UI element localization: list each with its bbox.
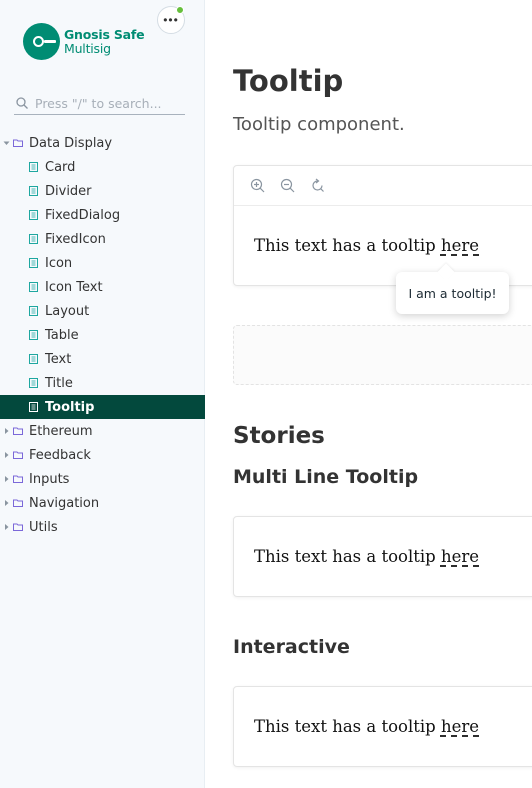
sidebar-item-label: FixedDialog xyxy=(45,207,121,223)
reset-zoom-icon[interactable] xyxy=(310,178,325,193)
folder-icon xyxy=(13,427,23,435)
sidebar-item-layout[interactable]: Layout xyxy=(0,299,205,323)
chevron-right-icon xyxy=(5,524,9,530)
story-icon xyxy=(29,330,38,340)
story-icon xyxy=(29,186,38,196)
story-title-interactive: Interactive xyxy=(233,636,350,658)
chevron-right-icon xyxy=(5,452,9,458)
story-icon xyxy=(29,306,38,316)
sidebar-tree: Data Display Card Divider FixedDialog Fixed… xyxy=(0,131,205,539)
more-icon: ••• xyxy=(163,13,179,27)
sidebar-item-fixedicon[interactable]: FixedIcon xyxy=(0,227,205,251)
search-icon xyxy=(16,97,28,109)
sidebar-item-icon-text[interactable]: Icon Text xyxy=(0,275,205,299)
brand-name: Gnosis Safe xyxy=(64,26,145,42)
sidebar-item-divider[interactable]: Divider xyxy=(0,179,205,203)
search-input[interactable] xyxy=(35,95,183,111)
sidebar-group-ethereum[interactable]: Ethereum xyxy=(0,419,205,443)
preview-text: This text has a tooltip xyxy=(254,236,436,255)
folder-icon xyxy=(13,523,23,531)
sidebar-menu-button[interactable]: ••• xyxy=(157,6,185,34)
sidebar-item-label: Table xyxy=(45,327,79,343)
chevron-right-icon xyxy=(5,476,9,482)
sidebar-item-label: Card xyxy=(45,159,76,175)
tooltip-text: I am a tooltip! xyxy=(408,285,497,301)
zoom-in-icon[interactable] xyxy=(250,178,265,193)
stories-heading: Stories xyxy=(233,423,325,449)
sidebar-item-tooltip[interactable]: Tooltip xyxy=(0,395,205,419)
gnosis-logo-icon xyxy=(23,23,60,60)
story-icon xyxy=(29,378,38,388)
story-icon xyxy=(29,210,38,220)
tooltip-popup: I am a tooltip! xyxy=(396,263,509,314)
story-icon xyxy=(29,402,38,412)
canvas-preview: This text has a tooltip here xyxy=(233,165,532,286)
sidebar-group-utils[interactable]: Utils xyxy=(0,515,205,539)
preview-body: This text has a tooltip here xyxy=(234,687,532,766)
story-icon xyxy=(29,162,38,172)
sidebar-group-label: Ethereum xyxy=(29,423,93,439)
sidebar-item-icon[interactable]: Icon xyxy=(0,251,205,275)
sidebar-item-label: Icon xyxy=(45,255,73,271)
sidebar-item-label: Layout xyxy=(45,303,90,319)
folder-icon xyxy=(13,451,23,459)
tooltip-trigger[interactable]: here xyxy=(441,547,479,566)
sidebar-item-label: Title xyxy=(45,375,73,391)
story-title-multi-line: Multi Line Tooltip xyxy=(233,466,419,488)
sidebar-item-table[interactable]: Table xyxy=(0,323,205,347)
zoom-out-icon[interactable] xyxy=(280,178,295,193)
preview-body: This text has a tooltip here xyxy=(234,517,532,596)
sidebar-item-title[interactable]: Title xyxy=(0,371,205,395)
story-icon xyxy=(29,258,38,268)
brand-logo-link[interactable]: Gnosis Safe Multisig xyxy=(23,23,145,60)
sidebar-group-navigation[interactable]: Navigation xyxy=(0,491,205,515)
preview-text: This text has a tooltip xyxy=(254,717,436,736)
tooltip-trigger[interactable]: here xyxy=(441,717,479,736)
chevron-right-icon xyxy=(5,500,9,506)
story-preview-multi-line: This text has a tooltip here xyxy=(233,516,532,597)
story-preview-interactive: This text has a tooltip here xyxy=(233,686,532,767)
sidebar-item-label: FixedIcon xyxy=(45,231,106,247)
sidebar-item-label: Tooltip xyxy=(45,399,95,415)
folder-icon xyxy=(13,499,23,507)
sidebar-group-feedback[interactable]: Feedback xyxy=(0,443,205,467)
story-icon xyxy=(29,282,38,292)
page-title: Tooltip xyxy=(233,64,344,98)
sidebar-group-label: Navigation xyxy=(29,495,100,511)
folder-icon xyxy=(13,139,23,147)
sidebar-group-label: Utils xyxy=(29,519,58,535)
sidebar: Gnosis Safe Multisig ••• Data Display Ca… xyxy=(0,0,205,788)
main-content: Tooltip Tooltip component. This text has… xyxy=(205,0,532,788)
story-icon xyxy=(29,234,38,244)
chevron-right-icon xyxy=(5,428,9,434)
chevron-down-icon xyxy=(3,141,10,145)
preview-toolbar xyxy=(234,166,532,206)
tooltip-trigger[interactable]: here xyxy=(441,236,479,255)
source-code-block[interactable] xyxy=(233,325,532,385)
sidebar-group-label: Data Display xyxy=(29,135,113,151)
sidebar-item-label: Icon Text xyxy=(45,279,103,295)
sidebar-group-inputs[interactable]: Inputs xyxy=(0,467,205,491)
storybook-app: Gnosis Safe Multisig ••• Data Display Ca… xyxy=(0,0,532,788)
page-subtitle: Tooltip component. xyxy=(233,114,405,135)
preview-text: This text has a tooltip xyxy=(254,547,436,566)
sidebar-group-label: Inputs xyxy=(29,471,70,487)
sidebar-group-data-display[interactable]: Data Display xyxy=(0,131,205,155)
sidebar-item-fixeddialog[interactable]: FixedDialog xyxy=(0,203,205,227)
search-bar xyxy=(14,92,185,115)
sidebar-item-label: Divider xyxy=(45,183,92,199)
sidebar-item-text[interactable]: Text xyxy=(0,347,205,371)
status-dot xyxy=(176,6,184,14)
sidebar-group-label: Feedback xyxy=(29,447,91,463)
brand-subtitle: Multisig xyxy=(64,40,111,56)
story-icon xyxy=(29,354,38,364)
folder-icon xyxy=(13,475,23,483)
sidebar-item-card[interactable]: Card xyxy=(0,155,205,179)
sidebar-item-label: Text xyxy=(45,351,72,367)
